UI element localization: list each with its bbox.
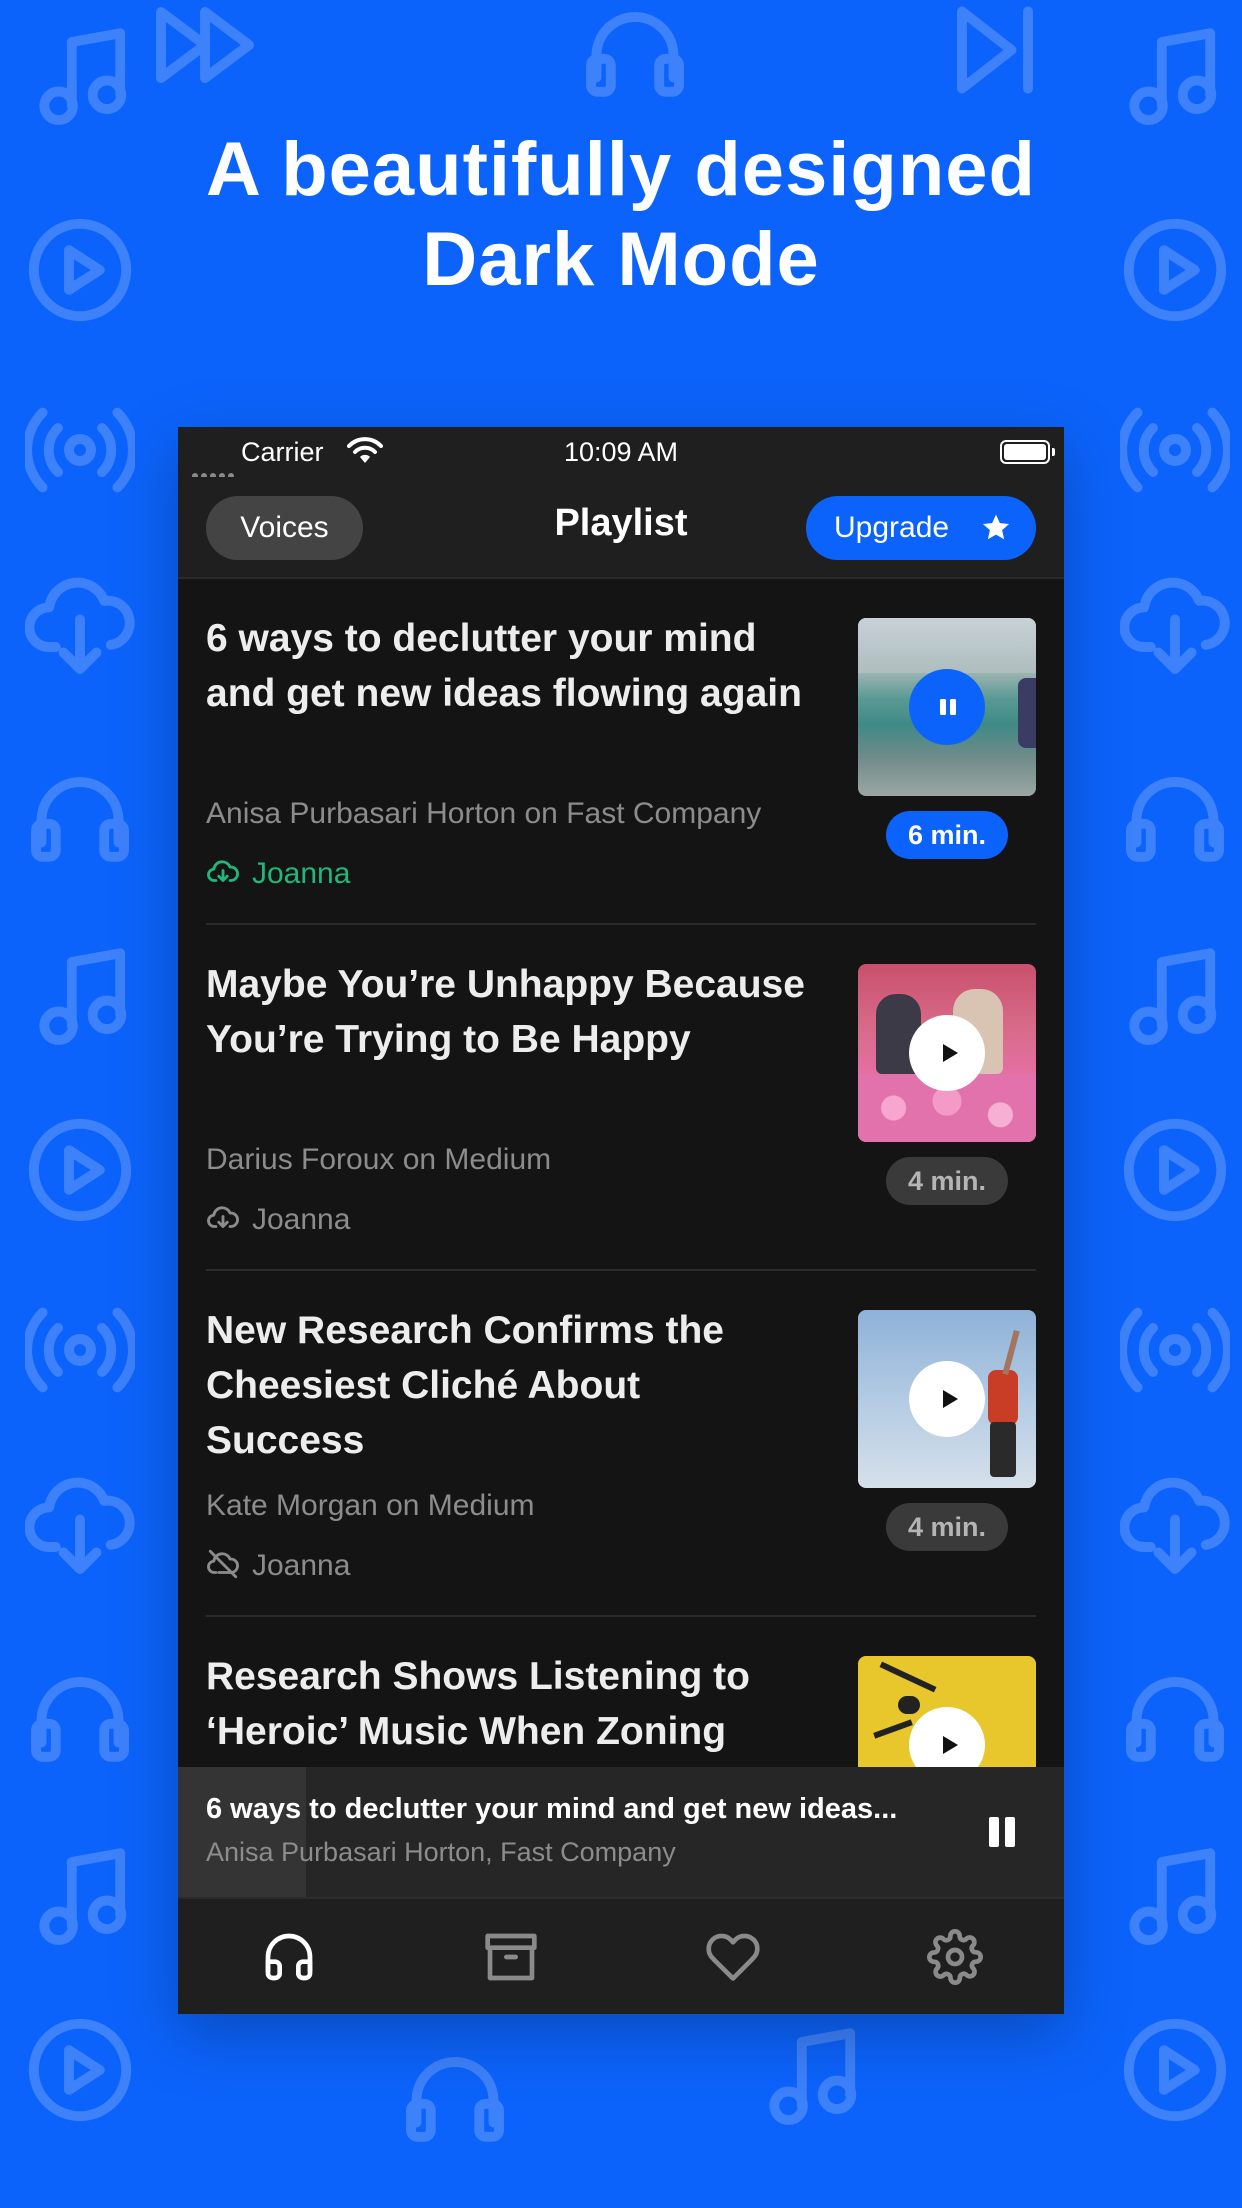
- fast-forward-icon: [150, 0, 260, 100]
- headphones-icon: [400, 2040, 510, 2150]
- article-title: Maybe You’re Unhappy Because You’re Tryi…: [206, 963, 805, 1061]
- music-note-icon: [30, 20, 140, 130]
- voice-status: Joanna: [206, 1547, 350, 1583]
- article-thumbnail: [858, 964, 1036, 1142]
- heart-icon: [706, 1933, 760, 1981]
- duration-badge: 4 min.: [886, 1503, 1008, 1551]
- mini-player-subtitle: Anisa Purbasari Horton, Fast Company: [206, 1837, 676, 1867]
- music-note-icon: [760, 2020, 870, 2130]
- music-note-icon: [30, 1840, 140, 1950]
- mini-player[interactable]: 6 ways to declutter your mind and get ne…: [178, 1767, 1064, 1897]
- archive-icon: [485, 1933, 537, 1981]
- article-source: Anisa Purbasari Horton on Fast Company: [206, 797, 762, 830]
- status-bar: Carrier 10:09 AM: [178, 427, 1064, 479]
- headphones-icon: [1120, 1660, 1230, 1770]
- music-note-icon: [1120, 940, 1230, 1050]
- list-item[interactable]: Maybe You’re Unhappy Because You’re Tryi…: [206, 925, 1036, 1271]
- voice-status: Joanna: [206, 855, 350, 891]
- play-circle-icon: [25, 1115, 135, 1225]
- tab-archive[interactable]: [400, 1899, 622, 2014]
- pause-icon[interactable]: [982, 1812, 1022, 1852]
- pause-icon: [940, 699, 956, 715]
- skip-icon: [940, 0, 1050, 105]
- headline-line2: Dark Mode: [422, 217, 820, 302]
- list-item[interactable]: 6 ways to declutter your mind and get ne…: [206, 579, 1036, 925]
- article-thumbnail: [858, 1310, 1036, 1488]
- cloud-download-icon: [207, 1206, 239, 1228]
- broadcast-icon: [1117, 395, 1233, 505]
- headphones-icon: [580, 0, 690, 105]
- article-source: Darius Foroux on Medium: [206, 1143, 552, 1176]
- broadcast-icon: [1117, 1295, 1233, 1405]
- upgrade-label: Upgrade: [834, 511, 950, 544]
- voice-name: Joanna: [252, 857, 351, 890]
- headphones-icon: [265, 1933, 313, 1981]
- star-icon: [982, 514, 1010, 540]
- play-icon: [943, 1736, 958, 1754]
- cloud-download-icon: [1119, 570, 1230, 680]
- cloud-download-icon: [1119, 1470, 1230, 1580]
- cloud-check-icon: [207, 860, 239, 882]
- article-title: 6 ways to declutter your mind and get ne…: [206, 617, 802, 715]
- battery-icon: [1000, 440, 1055, 464]
- music-note-icon: [30, 940, 140, 1050]
- pause-button[interactable]: [909, 669, 985, 745]
- duration-badge: 4 min.: [886, 1157, 1008, 1205]
- duration-badge: 6 min.: [886, 811, 1008, 859]
- broadcast-icon: [22, 395, 138, 505]
- tab-settings[interactable]: [844, 1899, 1064, 2014]
- cloud-download-icon: [24, 1470, 135, 1580]
- article-title: New Research Confirms the Cheesiest Clic…: [206, 1309, 724, 1462]
- article-source: Kate Morgan on Medium: [206, 1489, 535, 1522]
- broadcast-icon: [22, 1295, 138, 1405]
- phone-screen: Carrier 10:09 AM Voices Playlist Upgrade…: [178, 427, 1064, 2014]
- tab-favorites[interactable]: [622, 1899, 844, 2014]
- gear-icon: [927, 1929, 983, 1985]
- playback-progress: [178, 1767, 307, 1897]
- play-circle-icon: [25, 2015, 135, 2125]
- headphones-icon: [25, 760, 135, 870]
- nav-bar: Voices Playlist Upgrade: [178, 477, 1064, 579]
- tab-playlist[interactable]: [178, 1899, 400, 2014]
- play-circle-icon: [1120, 1115, 1230, 1225]
- headphones-icon: [1120, 760, 1230, 870]
- voice-status: Joanna: [206, 1201, 350, 1237]
- list-item[interactable]: New Research Confirms the Cheesiest Clic…: [206, 1271, 1036, 1617]
- tab-bar: [178, 1897, 1064, 2014]
- music-note-icon: [1120, 1840, 1230, 1950]
- headline: A beautifully designed Dark Mode: [0, 125, 1242, 305]
- article-title: Research Shows Listening to ‘Heroic’ Mus…: [206, 1655, 750, 1753]
- voice-name: Joanna: [252, 1203, 351, 1236]
- cloud-download-icon: [24, 570, 135, 680]
- play-icon: [943, 1044, 958, 1062]
- music-note-icon: [1120, 20, 1230, 130]
- mini-player-title: 6 ways to declutter your mind and get ne…: [206, 1793, 898, 1825]
- play-button[interactable]: [909, 1015, 985, 1091]
- headphones-icon: [25, 1660, 135, 1770]
- play-circle-icon: [1120, 2015, 1230, 2125]
- headline-line1: A beautifully designed: [206, 127, 1036, 212]
- play-icon: [943, 1390, 958, 1408]
- cloud-offline-icon: [207, 1549, 239, 1579]
- clock: 10:09 AM: [563, 437, 679, 467]
- voice-name: Joanna: [252, 1549, 351, 1582]
- article-thumbnail: [858, 618, 1036, 796]
- upgrade-button[interactable]: Upgrade: [806, 496, 1036, 560]
- play-button[interactable]: [909, 1361, 985, 1437]
